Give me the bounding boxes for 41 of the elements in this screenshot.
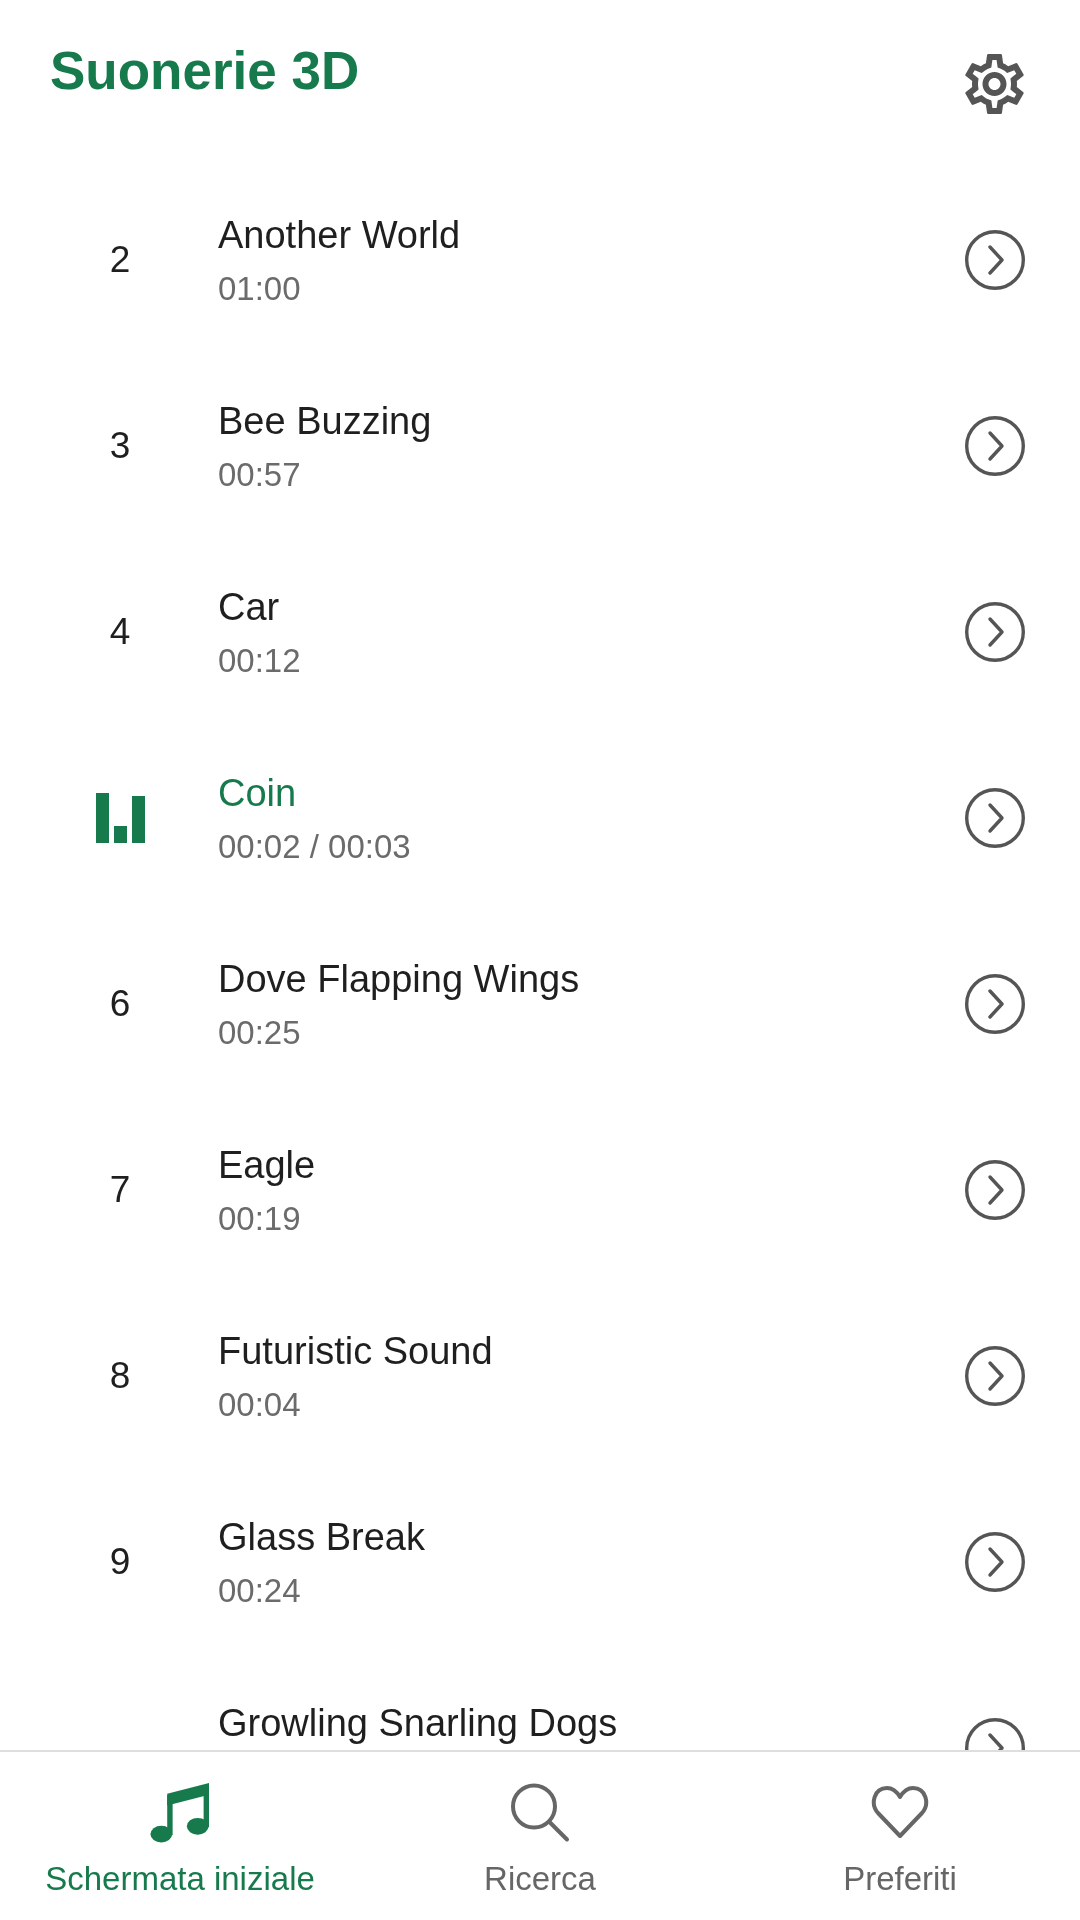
track-number: 8 <box>109 1354 131 1398</box>
chevron-circle-icon[interactable] <box>965 1346 1025 1406</box>
ringtone-title[interactable]: Car <box>218 584 280 630</box>
ringtone-title[interactable]: Bee Buzzing <box>218 398 432 444</box>
chevron-circle-icon[interactable] <box>965 1160 1025 1220</box>
ringtone-duration: 00:24 <box>218 1571 301 1611</box>
ringtone-duration: 01:00 <box>218 269 301 309</box>
chevron-circle-icon[interactable] <box>965 416 1025 476</box>
ringtone-title[interactable]: Coin <box>218 770 297 816</box>
ringtone-duration: 00:19 <box>218 1199 301 1239</box>
chevron-circle-icon[interactable] <box>965 974 1025 1034</box>
ringtone-duration: 00:02 / 00:03 <box>218 827 411 867</box>
heart-icon <box>870 1786 930 1838</box>
track-number: 9 <box>109 1540 131 1584</box>
chevron-circle-icon[interactable] <box>965 788 1025 848</box>
home-tab[interactable]: Schermata iniziale <box>41 1780 319 1901</box>
track-number: 2 <box>109 238 131 282</box>
music-note-icon <box>150 1782 210 1843</box>
track-number: 3 <box>109 424 131 468</box>
ringtone-title[interactable]: Glass Break <box>218 1514 425 1560</box>
equalizer-icon <box>95 793 145 843</box>
ringtone-duration: 00:12 <box>218 641 301 681</box>
track-number: 6 <box>109 982 131 1026</box>
chevron-circle-icon[interactable] <box>965 1532 1025 1592</box>
favorites-tab[interactable]: Preferiti <box>839 1780 961 1901</box>
ringtone-title[interactable]: Futuristic Sound <box>218 1328 493 1374</box>
settings-icon[interactable] <box>965 54 1024 114</box>
track-number: 4 <box>109 610 131 654</box>
ringtone-title[interactable]: Growling Snarling Dogs <box>218 1700 618 1746</box>
ringtone-title[interactable]: Dove Flapping Wings <box>218 956 580 1002</box>
search-icon <box>510 1782 570 1843</box>
ringtone-title[interactable]: Another World <box>218 212 461 258</box>
chevron-circle-icon[interactable] <box>965 602 1025 662</box>
track-number: 7 <box>109 1168 131 1212</box>
chevron-circle-icon[interactable] <box>965 230 1025 290</box>
ringtone-duration: 00:25 <box>218 1013 301 1053</box>
ringtone-duration: 00:57 <box>218 455 301 495</box>
ringtone-title[interactable]: Eagle <box>218 1142 316 1188</box>
ringtone-duration: 00:04 <box>218 1385 301 1425</box>
app-title: Suonerie 3D <box>50 41 360 101</box>
search-tab[interactable]: Ricerca <box>480 1780 600 1901</box>
